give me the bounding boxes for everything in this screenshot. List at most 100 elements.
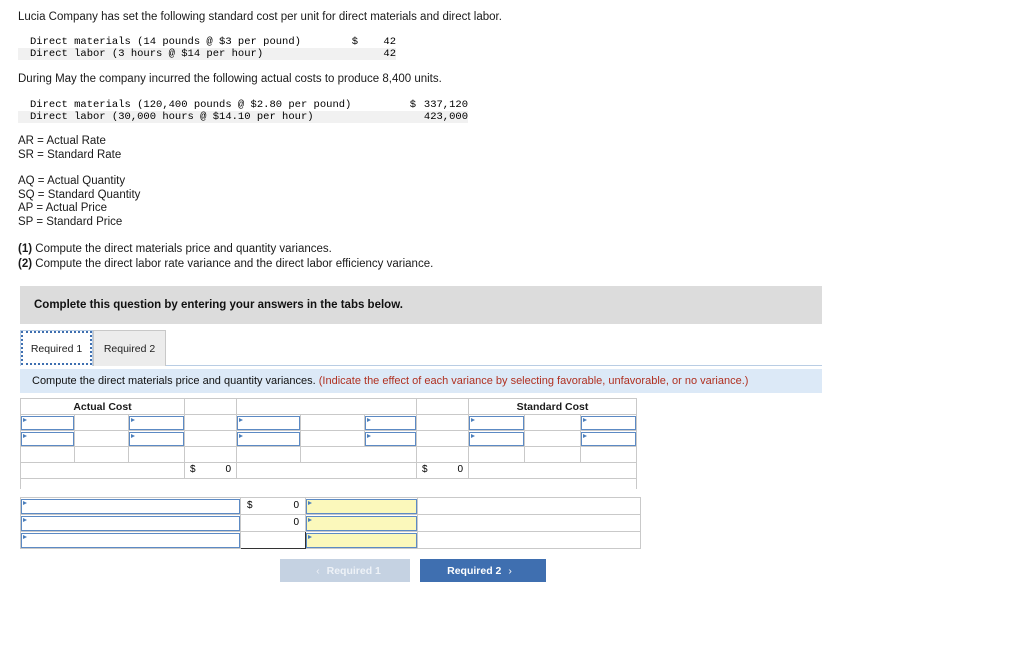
total-label-actual bbox=[20, 462, 185, 479]
variance-empty-3 bbox=[417, 531, 641, 549]
header-standard-cost: Standard Cost bbox=[468, 398, 637, 415]
standard-cost-currency bbox=[318, 48, 358, 60]
dropdown-variance-effect-1[interactable] bbox=[306, 498, 417, 514]
definition-line: SR = Standard Rate bbox=[18, 148, 122, 161]
variance-amount-1[interactable]: $ 0 bbox=[240, 497, 306, 515]
input-standard-r1c1[interactable] bbox=[469, 415, 524, 430]
next-button-label: Required 2 bbox=[447, 564, 502, 577]
cell-middle-r2c2 bbox=[300, 430, 365, 447]
gap-cell bbox=[184, 414, 237, 431]
cell-actual-r2c3[interactable] bbox=[128, 430, 185, 447]
gap-cell bbox=[416, 430, 469, 447]
question-item: (1) Compute the direct materials price a… bbox=[18, 242, 433, 257]
dropdown-variance-effect-3[interactable] bbox=[306, 532, 417, 548]
input-middle-r2c3[interactable] bbox=[365, 431, 416, 446]
input-actual-r1c3[interactable] bbox=[129, 415, 184, 430]
definitions-rate: AR = Actual Rate SR = Standard Rate bbox=[18, 135, 121, 162]
worksheet-page: Lucia Company has set the following stan… bbox=[0, 0, 1024, 662]
complete-question-banner: Complete this question by entering your … bbox=[20, 286, 822, 324]
variance-label-cell-3[interactable] bbox=[20, 531, 241, 549]
standard-cost-amount: 42 bbox=[383, 36, 396, 48]
cell-middle-r1c1[interactable] bbox=[236, 414, 301, 431]
navigation-buttons: ‹ Required 1 Required 2 › bbox=[280, 559, 680, 583]
tab-required-1[interactable]: Required 1 bbox=[20, 330, 93, 366]
variance-amount-3[interactable] bbox=[240, 531, 306, 549]
definition-line: AQ = Actual Quantity bbox=[18, 175, 126, 187]
actual-cost-label: Direct labor (30,000 hours @ $14.10 per … bbox=[30, 111, 314, 123]
variance-value-1: 0 bbox=[293, 500, 299, 511]
cell-actual-r1c1[interactable] bbox=[20, 414, 75, 431]
input-middle-r1c3[interactable] bbox=[365, 415, 416, 430]
input-standard-r2c1[interactable] bbox=[469, 431, 524, 446]
input-standard-r2c3[interactable] bbox=[581, 431, 636, 446]
grid-header-row: Actual Cost Standard Cost bbox=[20, 398, 637, 415]
total-actual-cost: $ 0 bbox=[184, 462, 237, 479]
spacer-cell bbox=[468, 446, 525, 463]
input-standard-r1c3[interactable] bbox=[581, 415, 636, 430]
cell-standard-r2c2 bbox=[524, 430, 581, 447]
input-actual-r2c3[interactable] bbox=[129, 431, 184, 446]
intro-paragraph-1: Lucia Company has set the following stan… bbox=[18, 11, 502, 23]
input-middle-r1c1[interactable] bbox=[237, 415, 300, 430]
standard-cost-row: Direct labor (3 hours @ $14 per hour) 42 bbox=[18, 48, 396, 60]
instruction-bar: Compute the direct materials price and q… bbox=[20, 369, 822, 393]
header-middle-blank bbox=[236, 398, 417, 415]
cell-actual-r1c3[interactable] bbox=[128, 414, 185, 431]
question-number: (1) bbox=[18, 243, 33, 255]
instruction-note: (Indicate the effect of each variance by… bbox=[318, 375, 749, 387]
cell-standard-r1c1[interactable] bbox=[468, 414, 525, 431]
standard-cost-row: Direct materials (14 pounds @ $3 per pou… bbox=[18, 36, 396, 48]
cell-standard-r2c3[interactable] bbox=[580, 430, 637, 447]
variance-currency-1: $ bbox=[247, 500, 253, 511]
gap-cell bbox=[184, 430, 237, 447]
required-tabstrip: Required 1 Required 2 bbox=[20, 330, 822, 366]
variance-amount-2[interactable]: 0 bbox=[240, 514, 306, 532]
actual-cost-currency: $ bbox=[409, 99, 416, 111]
gap-cell bbox=[416, 446, 469, 463]
standard-cost-amount: 42 bbox=[383, 48, 396, 60]
variance-empty-1 bbox=[417, 497, 641, 515]
definition-line: SP = Standard Price bbox=[18, 215, 123, 228]
gap-cell bbox=[184, 446, 237, 463]
cell-standard-r1c3[interactable] bbox=[580, 414, 637, 431]
question-text: Compute the direct labor rate variance a… bbox=[32, 258, 434, 270]
dropdown-variance-effect-2[interactable] bbox=[306, 515, 417, 531]
gap-cell bbox=[416, 414, 469, 431]
standard-cost-currency: $ bbox=[351, 36, 358, 48]
cell-middle-r1c2 bbox=[300, 414, 365, 431]
cell-middle-r2c1[interactable] bbox=[236, 430, 301, 447]
next-required-2-button[interactable]: Required 2 › bbox=[420, 559, 546, 582]
actual-cost-currency bbox=[374, 111, 416, 123]
grid-input-row bbox=[20, 414, 637, 431]
prev-button-label: Required 1 bbox=[326, 564, 381, 577]
grid-divider bbox=[20, 478, 637, 489]
variance-label-cell-1[interactable] bbox=[20, 497, 241, 515]
gap-column-right bbox=[416, 398, 469, 415]
input-variance-label-1[interactable] bbox=[21, 498, 240, 514]
cell-standard-r2c1[interactable] bbox=[468, 430, 525, 447]
cell-actual-r1c2 bbox=[74, 414, 129, 431]
variance-effect-cell-1[interactable] bbox=[305, 497, 418, 515]
total-label-middle bbox=[236, 462, 417, 479]
total-actual-value: 0 bbox=[225, 464, 231, 475]
input-variance-label-3[interactable] bbox=[21, 532, 240, 548]
tab-label: Required 2 bbox=[103, 342, 156, 355]
spacer-cell bbox=[20, 446, 75, 463]
prev-required-1-button[interactable]: ‹ Required 1 bbox=[280, 559, 410, 582]
cell-middle-r2c3[interactable] bbox=[364, 430, 417, 447]
variance-row bbox=[20, 531, 641, 549]
variance-effect-cell-2[interactable] bbox=[305, 514, 418, 532]
variance-row: $ 0 bbox=[20, 497, 641, 515]
tab-required-2[interactable]: Required 2 bbox=[93, 330, 166, 366]
input-actual-r1c1[interactable] bbox=[21, 415, 74, 430]
actual-cost-block: Direct materials (120,400 pounds @ $2.80… bbox=[18, 99, 468, 123]
cell-middle-r1c3[interactable] bbox=[364, 414, 417, 431]
cell-actual-r2c2 bbox=[74, 430, 129, 447]
input-variance-label-2[interactable] bbox=[21, 515, 240, 531]
input-middle-r2c1[interactable] bbox=[237, 431, 300, 446]
input-actual-r2c1[interactable] bbox=[21, 431, 74, 446]
variance-effect-cell-3[interactable] bbox=[305, 531, 418, 549]
variance-label-cell-2[interactable] bbox=[20, 514, 241, 532]
cell-actual-r2c1[interactable] bbox=[20, 430, 75, 447]
spacer-cell bbox=[300, 446, 417, 463]
